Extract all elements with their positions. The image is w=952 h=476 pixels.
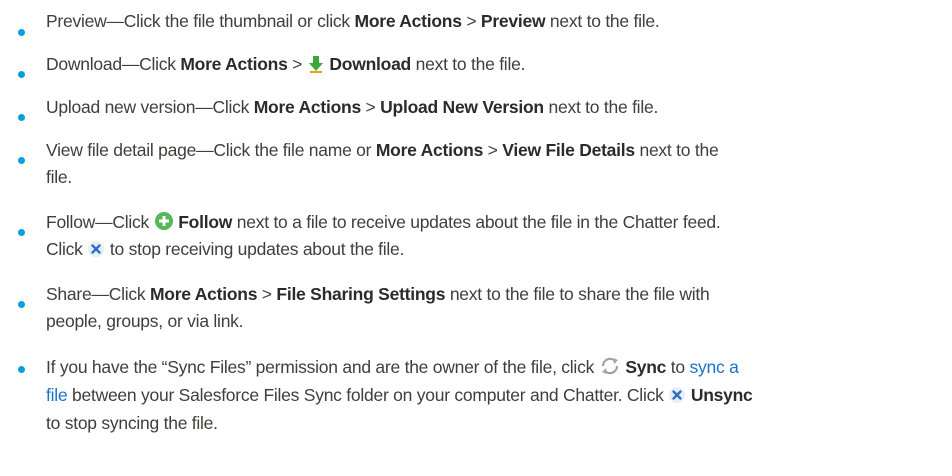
item-tail: next to the	[634, 140, 719, 160]
item-lead: If you have the “Sync Files” permission …	[46, 357, 599, 377]
sync-icon	[601, 357, 618, 375]
separator: >	[483, 140, 503, 160]
item-text: View file detail page—Click the file nam…	[46, 137, 946, 191]
follow-plus-icon	[154, 212, 173, 230]
remove-x-icon	[669, 387, 686, 403]
item-line2-text: between your Salesforce Files Sync folde…	[67, 385, 669, 405]
more-actions-label: More Actions	[253, 97, 361, 117]
item-text: Follow—Click Follow next to a file to re…	[46, 209, 946, 263]
sync-a-file-link[interactable]: sync a	[689, 357, 738, 377]
unsync-label: Unsync	[690, 385, 753, 405]
item-tail: next to the file.	[545, 11, 660, 31]
bullet	[18, 114, 25, 121]
item-tail: next to a file to receive updates about …	[232, 212, 721, 232]
item-tail: next to the file to share the file with	[445, 284, 710, 304]
bullet	[18, 157, 25, 164]
more-actions-label: More Actions	[149, 284, 258, 304]
bullet	[18, 229, 25, 236]
separator: >	[360, 97, 381, 117]
remove-x-icon	[88, 241, 105, 257]
view-file-details-label: View File Details	[502, 140, 635, 160]
item-text: Download—Click More Actions > Download n…	[46, 51, 946, 78]
sync-label: Sync	[625, 357, 667, 377]
item-text: If you have the “Sync Files” permission …	[46, 353, 946, 437]
item-mid: to	[666, 357, 690, 377]
more-actions-label: More Actions	[375, 140, 484, 160]
item-tail: next to the file.	[411, 54, 526, 74]
item-lead: Follow—Click	[46, 212, 154, 232]
bullet	[18, 366, 25, 373]
more-actions-label: More Actions	[354, 11, 462, 31]
item-text: Upload new version—Click More Actions > …	[46, 94, 946, 121]
item-text: Preview—Click the file thumbnail or clic…	[46, 8, 946, 35]
bullet	[18, 301, 25, 308]
item-tail-continued: file.	[46, 167, 72, 187]
file-sharing-settings-label: File Sharing Settings	[276, 284, 446, 304]
sync-a-file-link-continued[interactable]: file	[46, 385, 68, 405]
more-actions-label: More Actions	[180, 54, 288, 74]
download-label: Download	[329, 54, 411, 74]
item-lead: Preview—Click the file thumbnail or clic…	[46, 11, 355, 31]
item-line3-text: to stop syncing the file.	[46, 413, 218, 433]
item-text: Share—Click More Actions > File Sharing …	[46, 281, 946, 335]
item-tail-continued: people, groups, or via link.	[46, 311, 244, 331]
item-lead: Download—Click	[46, 54, 181, 74]
separator: >	[287, 54, 307, 74]
follow-label: Follow	[178, 212, 233, 232]
preview-label: Preview	[480, 11, 546, 31]
item-line2-lead: Click	[46, 239, 88, 259]
item-lead: View file detail page—Click the file nam…	[46, 140, 376, 160]
separator: >	[461, 11, 481, 31]
item-line2-tail: to stop receiving updates about the file…	[105, 239, 405, 259]
item-lead: Upload new version—Click	[46, 97, 254, 117]
bullet	[18, 71, 25, 78]
item-lead: Share—Click	[46, 284, 150, 304]
upload-new-version-label: Upload New Version	[380, 97, 544, 117]
separator: >	[257, 284, 277, 304]
bullet	[18, 29, 25, 36]
download-arrow-icon	[308, 56, 323, 73]
item-tail: next to the file.	[543, 97, 659, 117]
